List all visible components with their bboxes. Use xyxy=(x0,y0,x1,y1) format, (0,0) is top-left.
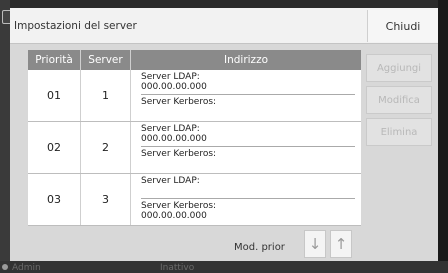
server-cell: 3 xyxy=(81,174,131,225)
background-user-label: Admin xyxy=(12,263,41,273)
screen-bezel-top xyxy=(0,0,448,8)
status-dot-icon xyxy=(2,264,8,270)
screen-bezel-bottom xyxy=(0,261,448,273)
table-row[interactable]: 03 3 Server LDAP: Server Kerberos: 000.0… xyxy=(28,174,361,226)
address-divider xyxy=(141,146,355,147)
priority-cell: 01 xyxy=(28,70,81,121)
priority-change-label: Mod. prior xyxy=(234,242,285,253)
table-row[interactable]: 02 2 Server LDAP: 000.00.00.000 Server K… xyxy=(28,122,361,174)
move-up-button[interactable]: ↑ xyxy=(330,230,352,258)
kerberos-label: Server Kerberos: xyxy=(141,201,217,211)
server-cell: 1 xyxy=(81,70,131,121)
dialog-titlebar: Impostazioni del server Chiudi xyxy=(10,8,438,44)
address-cell: Server LDAP: Server Kerberos: 000.00.00.… xyxy=(131,174,361,225)
add-button[interactable]: Aggiungi xyxy=(366,54,432,82)
column-header-server: Server xyxy=(81,50,131,70)
kerberos-label: Server Kerberos: xyxy=(141,149,217,159)
server-table: Priorità Server Indirizzo 01 1 Server LD… xyxy=(28,50,361,226)
arrow-down-icon: ↓ xyxy=(308,235,322,253)
kerberos-label: Server Kerberos: xyxy=(141,97,217,107)
dialog-title: Impostazioni del server xyxy=(14,20,137,32)
background-status-label: Inattivo xyxy=(160,263,195,273)
server-cell: 2 xyxy=(81,122,131,173)
table-row[interactable]: 01 1 Server LDAP: 000.00.00.000 Server K… xyxy=(28,70,361,122)
server-settings-dialog: Impostazioni del server Chiudi Priorità … xyxy=(10,8,438,261)
address-divider xyxy=(141,94,355,95)
screen-bezel-right xyxy=(438,0,448,273)
arrow-up-icon: ↑ xyxy=(334,235,348,253)
delete-button[interactable]: Elimina xyxy=(366,118,432,146)
screen-bezel-left xyxy=(0,0,10,273)
priority-cell: 03 xyxy=(28,174,81,225)
ldap-value: 000.00.00.000 xyxy=(141,82,207,92)
address-divider xyxy=(141,198,355,199)
ldap-label: Server LDAP: xyxy=(141,176,200,186)
address-cell: Server LDAP: 000.00.00.000 Server Kerber… xyxy=(131,122,361,173)
edit-button[interactable]: Modifica xyxy=(366,86,432,114)
column-header-priority: Priorità xyxy=(28,50,81,70)
kerberos-value: 000.00.00.000 xyxy=(141,211,207,221)
ldap-value: 000.00.00.000 xyxy=(141,134,207,144)
address-cell: Server LDAP: 000.00.00.000 Server Kerber… xyxy=(131,70,361,121)
close-button[interactable]: Chiudi xyxy=(367,10,438,42)
ldap-label: Server LDAP: xyxy=(141,72,200,82)
move-down-button[interactable]: ↓ xyxy=(304,230,326,258)
priority-cell: 02 xyxy=(28,122,81,173)
column-header-address: Indirizzo xyxy=(223,54,268,66)
ldap-label: Server LDAP: xyxy=(141,124,200,134)
table-header: Priorità Server Indirizzo xyxy=(28,50,361,70)
